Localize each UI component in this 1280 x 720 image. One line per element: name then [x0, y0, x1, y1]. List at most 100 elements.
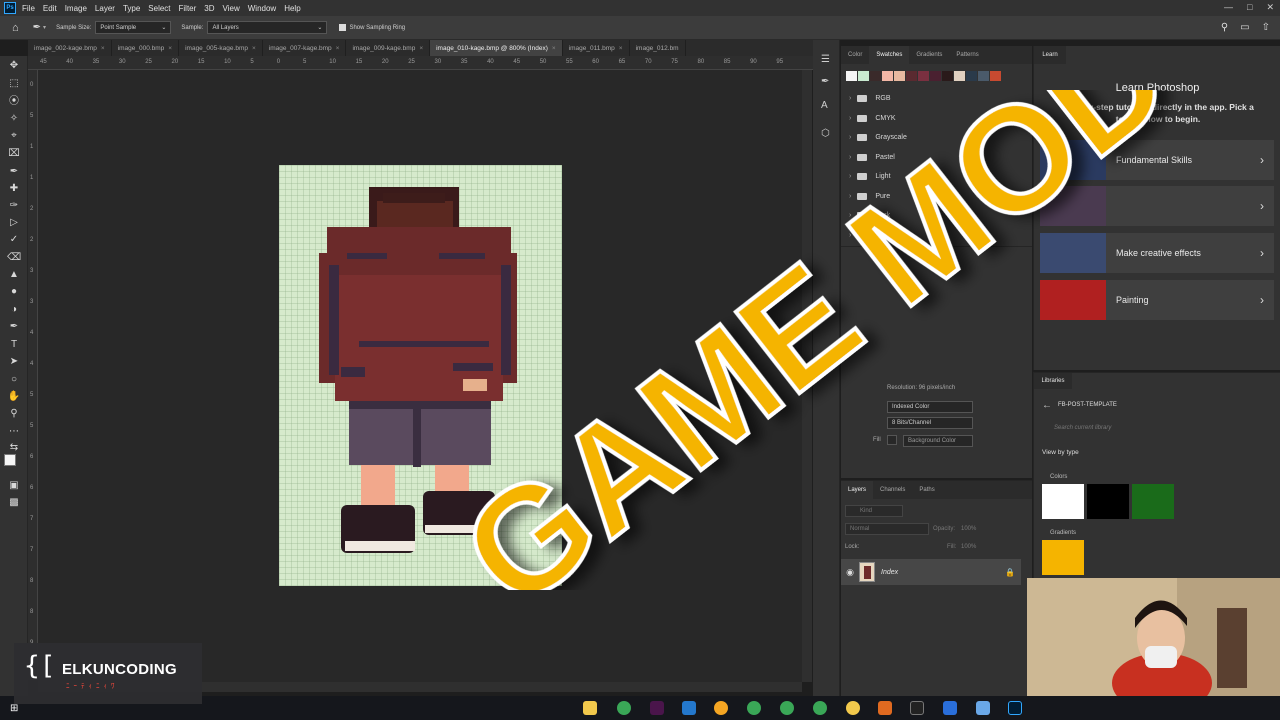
share-icon[interactable]: ⇧: [1262, 22, 1270, 33]
vscode-icon[interactable]: [682, 701, 696, 715]
swatch[interactable]: [846, 71, 857, 81]
learn-card[interactable]: Fundamental Skills ›: [1040, 140, 1274, 180]
doc-tab[interactable]: image_002-kage.bmp ×: [28, 40, 112, 56]
quick-select-tool-icon[interactable]: ✧: [7, 113, 21, 125]
doc-tab[interactable]: image_007-kage.bmp ×: [263, 40, 347, 56]
crop-tool-icon[interactable]: ⌖: [7, 130, 21, 142]
paint-bucket-icon[interactable]: ▲: [7, 269, 21, 281]
menu-image[interactable]: Image: [65, 4, 87, 13]
healing-brush-icon[interactable]: ✚: [7, 183, 21, 195]
file-explorer-icon[interactable]: [583, 701, 597, 715]
menu-filter[interactable]: Filter: [179, 4, 197, 13]
swatch[interactable]: [966, 71, 977, 81]
doc-tab[interactable]: image_000.bmp ×: [112, 40, 180, 56]
type-tool-icon[interactable]: T: [7, 339, 21, 351]
layer-kind-filter[interactable]: Kind: [845, 505, 903, 517]
blend-mode-select[interactable]: Normal: [845, 523, 929, 535]
search-icon[interactable]: ⚲: [1221, 22, 1228, 33]
move-tool-icon[interactable]: ✥: [7, 60, 21, 72]
menu-edit[interactable]: Edit: [43, 4, 57, 13]
menu-help[interactable]: Help: [284, 4, 300, 13]
history-icon[interactable]: ☰: [821, 54, 830, 65]
chevron-right-icon[interactable]: ›: [849, 193, 851, 200]
swatch-folder[interactable]: › Pastel: [841, 148, 1032, 168]
chevron-right-icon[interactable]: ›: [849, 95, 851, 102]
chrome-icon[interactable]: [780, 701, 794, 715]
swatch[interactable]: [954, 71, 965, 81]
doc-tab[interactable]: image_005-kage.bmp ×: [179, 40, 263, 56]
close-icon[interactable]: ×: [619, 45, 623, 52]
chevron-right-icon[interactable]: ›: [849, 115, 851, 122]
tab-learn[interactable]: Learn: [1034, 46, 1066, 64]
swatch-folder[interactable]: › Grayscale: [841, 128, 1032, 148]
sample-size-select[interactable]: Point Sample ⌄: [95, 21, 172, 34]
doc-tab[interactable]: image_012.bm: [630, 40, 686, 56]
close-icon[interactable]: ×: [168, 45, 172, 52]
virtualbox-icon[interactable]: [943, 701, 957, 715]
swatch-folder[interactable]: › Light: [841, 167, 1032, 187]
swatch[interactable]: [918, 71, 929, 81]
fill-swatch[interactable]: [887, 435, 897, 445]
vertical-scrollbar[interactable]: [802, 70, 812, 682]
swatch-folder[interactable]: › Darker: [841, 226, 1032, 246]
chevron-down-icon[interactable]: ▾: [43, 24, 46, 31]
frame-tool-icon[interactable]: ⌧: [7, 148, 21, 160]
learn-card[interactable]: ›: [1040, 186, 1274, 226]
quick-mask-icon[interactable]: ▣: [7, 480, 21, 492]
mode-select[interactable]: Indexed Color: [887, 401, 973, 413]
swap-colors-icon[interactable]: ⇆: [7, 442, 21, 454]
chevron-right-icon[interactable]: ›: [849, 154, 851, 161]
brush-tool-icon[interactable]: ✑: [7, 200, 21, 212]
opacity-value[interactable]: 100%: [961, 526, 976, 532]
chevron-right-icon[interactable]: ›: [849, 232, 851, 239]
doc-tab[interactable]: image_009-kage.bmp ×: [346, 40, 431, 56]
tab-layers[interactable]: Layers: [841, 481, 874, 499]
menu-window[interactable]: Window: [248, 4, 276, 13]
windows-start-icon[interactable]: ⊞: [10, 703, 18, 714]
swatch[interactable]: [882, 71, 893, 81]
menu-layer[interactable]: Layer: [95, 4, 115, 13]
tab-libraries[interactable]: Libraries: [1034, 373, 1072, 389]
library-gradient-swatch[interactable]: [1042, 540, 1084, 575]
home-icon[interactable]: ⌂: [12, 22, 19, 34]
swatch[interactable]: [858, 71, 869, 81]
app-icon[interactable]: [846, 701, 860, 715]
swatch[interactable]: [894, 71, 905, 81]
chrome-icon[interactable]: [813, 701, 827, 715]
view-by-select[interactable]: View by type: [1042, 449, 1079, 456]
menu-type[interactable]: Type: [123, 4, 140, 13]
shape-tool-icon[interactable]: ○: [7, 374, 21, 386]
library-color-swatch[interactable]: [1087, 484, 1129, 519]
menu-3d[interactable]: 3D: [204, 4, 214, 13]
pen-tool-icon[interactable]: ✒: [7, 321, 21, 333]
sample-select[interactable]: All Layers ⌄: [207, 21, 328, 34]
history-brush-icon[interactable]: ✓: [7, 234, 21, 246]
path-select-icon[interactable]: ➤: [7, 356, 21, 368]
tab-patterns[interactable]: Patterns: [949, 46, 985, 64]
brush-settings-icon[interactable]: ✒: [821, 76, 829, 87]
terminal-icon[interactable]: [910, 701, 924, 715]
chevron-right-icon[interactable]: ›: [849, 212, 851, 219]
learn-card[interactable]: Painting ›: [1040, 280, 1274, 320]
close-icon[interactable]: ×: [419, 45, 423, 52]
chrome-icon[interactable]: [617, 701, 631, 715]
library-search-input[interactable]: Search current library: [1054, 425, 1111, 431]
swatch[interactable]: [942, 71, 953, 81]
link-icon[interactable]: ⛓: [855, 335, 866, 346]
blur-tool-icon[interactable]: ●: [7, 286, 21, 298]
swatch[interactable]: [978, 71, 989, 81]
swatch-folder[interactable]: › Dark: [841, 206, 1032, 226]
back-arrow-icon[interactable]: ←: [1042, 400, 1052, 411]
swatch[interactable]: [990, 71, 1001, 81]
close-icon[interactable]: ✕: [1266, 2, 1274, 13]
maximize-icon[interactable]: □: [1247, 2, 1252, 13]
dodge-tool-icon[interactable]: ◑: [7, 304, 21, 316]
screen-mode-icon[interactable]: ▩: [7, 497, 21, 509]
show-ring-checkbox[interactable]: [339, 24, 347, 31]
marquee-tool-icon[interactable]: ⬚: [7, 78, 21, 90]
library-color-swatch[interactable]: [1132, 484, 1174, 519]
minimize-icon[interactable]: —: [1224, 2, 1233, 13]
app-icon[interactable]: [976, 701, 990, 715]
tab-channels[interactable]: Channels: [873, 481, 912, 499]
swatch-folder[interactable]: › CMYK: [841, 109, 1032, 129]
